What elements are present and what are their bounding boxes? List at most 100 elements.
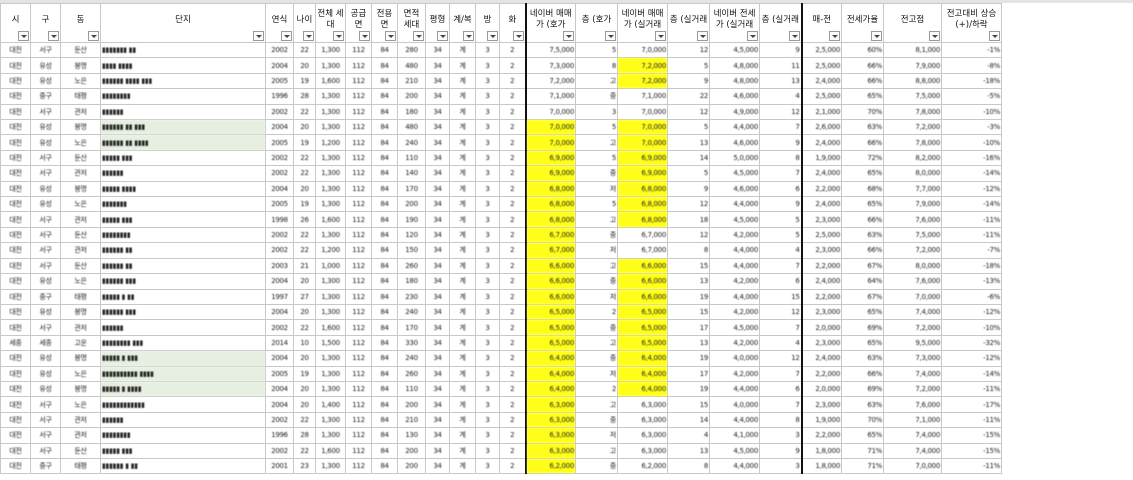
cell-pyeong[interactable]: 34 bbox=[425, 457, 450, 475]
cell-jeonse_rate[interactable]: 70% bbox=[841, 103, 884, 121]
cell-pyeong[interactable]: 34 bbox=[425, 72, 450, 90]
cell-gonggeup[interactable]: 112 bbox=[345, 380, 372, 398]
cell-gonggeup[interactable]: 112 bbox=[345, 119, 372, 136]
filter-dropdown-icon[interactable] bbox=[655, 31, 666, 41]
cell-naver_mm_sil[interactable]: 6,6,000 bbox=[617, 257, 668, 275]
cell-gu[interactable]: 서구 bbox=[30, 319, 61, 336]
cell-naver_js_sil[interactable]: 4,4,000 bbox=[709, 119, 760, 136]
cell-jeongo_daebi[interactable]: -15% bbox=[941, 442, 1002, 459]
cell-pyeong[interactable]: 34 bbox=[425, 226, 450, 244]
cell-pyeong[interactable]: 34 bbox=[425, 211, 450, 228]
cell-gu[interactable]: 유성 bbox=[30, 380, 61, 398]
cell-gonggeup[interactable]: 112 bbox=[345, 334, 372, 352]
cell-jeonche[interactable]: 1,300 bbox=[315, 103, 346, 121]
cell-jeongo_daebi[interactable]: -12% bbox=[941, 180, 1002, 198]
cell-naver_js_sil[interactable]: 4,4,000 bbox=[709, 457, 760, 475]
cell-cheung_hoga[interactable]: 고 bbox=[575, 72, 618, 90]
cell-myeonjeok[interactable]: 200 bbox=[397, 442, 426, 459]
cell-maejeon[interactable]: 2,4,000 bbox=[800, 196, 842, 213]
cell-naver_mm_hoga[interactable]: 6,4,000 bbox=[524, 365, 576, 382]
cell-cheung_sil2[interactable]: 3 bbox=[759, 457, 803, 475]
cell-cheung_hoga[interactable]: 중 bbox=[575, 273, 618, 290]
cell-si[interactable]: 대전 bbox=[0, 411, 31, 429]
cell-bang[interactable]: 3 bbox=[475, 334, 500, 352]
cell-gyedan[interactable]: 계 bbox=[449, 103, 476, 121]
cell-jeonse_rate[interactable]: 66% bbox=[841, 211, 884, 228]
cell-maejeon[interactable]: 2,0,000 bbox=[800, 380, 842, 398]
cell-naver_mm_hoga[interactable]: 6,5,000 bbox=[524, 303, 576, 321]
cell-maejeon[interactable]: 2,5,000 bbox=[800, 88, 842, 105]
cell-naver_js_sil[interactable]: 4,1,000 bbox=[709, 427, 760, 444]
cell-nai[interactable]: 20 bbox=[293, 119, 316, 136]
filter-dropdown-icon[interactable] bbox=[829, 31, 840, 41]
cell-cheung_sil[interactable]: 12 bbox=[667, 103, 710, 121]
cell-nai[interactable]: 23 bbox=[293, 457, 316, 475]
cell-yeonsik[interactable]: 2004 bbox=[265, 57, 294, 74]
cell-jeongojeom[interactable]: 7,4,000 bbox=[883, 303, 942, 321]
cell-bang[interactable]: 3 bbox=[475, 180, 500, 198]
cell-cheung_hoga[interactable]: 저 bbox=[575, 180, 618, 198]
cell-maejeon[interactable]: 2,3,000 bbox=[800, 396, 842, 413]
cell-bang[interactable]: 3 bbox=[475, 149, 500, 167]
filter-dropdown-icon[interactable] bbox=[697, 31, 708, 41]
cell-dong[interactable]: 노은 bbox=[60, 134, 101, 151]
cell-naver_mm_hoga[interactable]: 7,5,000 bbox=[524, 41, 576, 59]
cell-jeonche[interactable]: 1,600 bbox=[315, 72, 346, 90]
cell-jeongo_daebi[interactable]: -12% bbox=[941, 303, 1002, 321]
cell-myeonjeok[interactable]: 150 bbox=[397, 242, 426, 259]
cell-cheung_sil[interactable]: 12 bbox=[667, 226, 710, 244]
cell-naver_mm_hoga[interactable]: 6,6,000 bbox=[524, 273, 576, 290]
cell-bang[interactable]: 3 bbox=[475, 288, 500, 305]
cell-gonggeup[interactable]: 112 bbox=[345, 288, 372, 305]
cell-danji[interactable]: ▮▮▮▮▮▮▮▮ bbox=[100, 427, 266, 444]
cell-myeonjeok[interactable]: 110 bbox=[397, 149, 426, 167]
cell-jeonche[interactable]: 1,300 bbox=[315, 226, 346, 244]
cell-gonggeup[interactable]: 112 bbox=[345, 257, 372, 275]
cell-yeonsik[interactable]: 2002 bbox=[265, 319, 294, 336]
cell-cheung_hoga[interactable]: 고 bbox=[575, 396, 618, 413]
column-header-pyeong[interactable]: 평형 bbox=[425, 3, 450, 43]
cell-dong[interactable]: 봉명 bbox=[60, 350, 101, 367]
cell-cheung_hoga[interactable]: 중 bbox=[575, 88, 618, 105]
cell-danji[interactable]: ▮▮▮▮▮ ▮ ▮▮▮▮ bbox=[100, 380, 266, 398]
cell-maejeon[interactable]: 1,9,000 bbox=[800, 149, 842, 167]
cell-jeonse_rate[interactable]: 65% bbox=[841, 334, 884, 352]
cell-cheung_sil[interactable]: 9 bbox=[667, 72, 710, 90]
cell-hwa[interactable]: 2 bbox=[499, 334, 527, 352]
cell-si[interactable]: 대전 bbox=[0, 273, 31, 290]
cell-cheung_sil[interactable]: 19 bbox=[667, 288, 710, 305]
cell-jeongojeom[interactable]: 7,4,000 bbox=[883, 365, 942, 382]
cell-jeonse_rate[interactable]: 63% bbox=[841, 350, 884, 367]
cell-jeongo_daebi[interactable]: -11% bbox=[941, 211, 1002, 228]
cell-nai[interactable]: 22 bbox=[293, 319, 316, 336]
cell-gonggeup[interactable]: 112 bbox=[345, 180, 372, 198]
cell-naver_js_sil[interactable]: 4,0,000 bbox=[709, 396, 760, 413]
cell-nai[interactable]: 20 bbox=[293, 273, 316, 290]
cell-si[interactable]: 대전 bbox=[0, 457, 31, 475]
cell-nai[interactable]: 22 bbox=[293, 149, 316, 167]
cell-naver_mm_hoga[interactable]: 6,7,000 bbox=[524, 242, 576, 259]
cell-naver_mm_sil[interactable]: 6,4,000 bbox=[617, 350, 668, 367]
cell-pyeong[interactable]: 34 bbox=[425, 442, 450, 459]
cell-nai[interactable]: 20 bbox=[293, 396, 316, 413]
cell-danji[interactable]: ▮▮▮▮▮▮▮▮▮▮▮▮ bbox=[100, 396, 266, 413]
column-header-gonggeup[interactable]: 공급 면 bbox=[345, 3, 372, 43]
cell-myeonjeok[interactable]: 170 bbox=[397, 180, 426, 198]
cell-danji[interactable]: ▮▮▮▮▮▮ ▮▮▮ bbox=[100, 273, 266, 290]
cell-bang[interactable]: 3 bbox=[475, 57, 500, 74]
cell-jeonche[interactable]: 1,300 bbox=[315, 88, 346, 105]
cell-jeonse_rate[interactable]: 63% bbox=[841, 226, 884, 244]
cell-nai[interactable]: 22 bbox=[293, 165, 316, 182]
cell-gu[interactable]: 유성 bbox=[30, 365, 61, 382]
cell-cheung_sil2[interactable]: 9 bbox=[759, 134, 803, 151]
cell-cheung_sil[interactable]: 8 bbox=[667, 242, 710, 259]
cell-gonggeup[interactable]: 112 bbox=[345, 319, 372, 336]
cell-jeonyong[interactable]: 84 bbox=[371, 273, 398, 290]
cell-jeongo_daebi[interactable]: -11% bbox=[941, 226, 1002, 244]
cell-jeonche[interactable]: 1,300 bbox=[315, 273, 346, 290]
cell-pyeong[interactable]: 34 bbox=[425, 411, 450, 429]
cell-myeonjeok[interactable]: 180 bbox=[397, 103, 426, 121]
cell-nai[interactable]: 20 bbox=[293, 350, 316, 367]
cell-gyedan[interactable]: 계 bbox=[449, 226, 476, 244]
cell-cheung_sil2[interactable]: 4 bbox=[759, 88, 803, 105]
